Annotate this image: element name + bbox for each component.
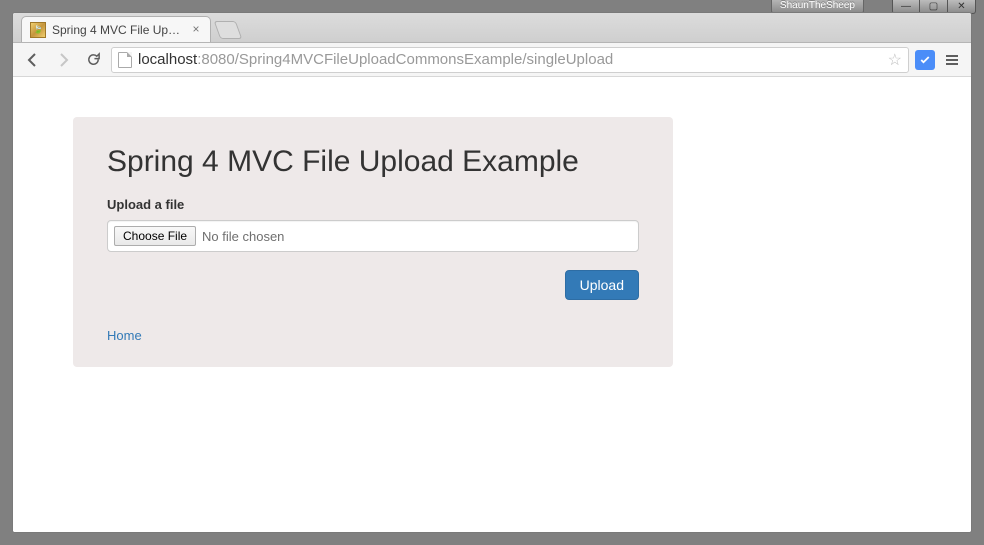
page-title: Spring 4 MVC File Upload Example [107, 145, 639, 179]
forward-button[interactable] [51, 48, 75, 72]
tab-close-button[interactable]: × [190, 23, 202, 35]
browser-menu-button[interactable] [941, 49, 963, 71]
tab-strip: 🍃 Spring 4 MVC File Upload × [13, 13, 971, 43]
browser-window: 🍃 Spring 4 MVC File Upload × localhost:8… [12, 12, 972, 533]
bookmark-star-icon[interactable]: ☆ [888, 50, 902, 70]
page-icon [118, 52, 132, 68]
favicon-icon: 🍃 [30, 22, 46, 38]
address-bar[interactable]: localhost:8080/Spring4MVCFileUploadCommo… [111, 47, 909, 73]
browser-tab[interactable]: 🍃 Spring 4 MVC File Upload × [21, 16, 211, 42]
file-status-text: No file chosen [202, 229, 284, 244]
reload-button[interactable] [81, 48, 105, 72]
upload-label: Upload a file [107, 197, 639, 212]
extension-button[interactable] [915, 50, 935, 70]
new-tab-button[interactable] [214, 21, 243, 39]
back-button[interactable] [21, 48, 45, 72]
check-icon [919, 54, 931, 66]
arrow-left-icon [25, 52, 41, 68]
url-text: localhost:8080/Spring4MVCFileUploadCommo… [138, 51, 882, 68]
upload-button[interactable]: Upload [565, 270, 639, 300]
hamburger-icon [944, 52, 960, 68]
url-path: :8080/Spring4MVCFileUploadCommonsExample… [197, 51, 613, 68]
file-input[interactable]: Choose File No file chosen [107, 220, 639, 252]
tab-title: Spring 4 MVC File Upload [52, 23, 182, 37]
arrow-right-icon [55, 52, 71, 68]
reload-icon [86, 52, 101, 67]
page-viewport: Spring 4 MVC File Upload Example Upload … [13, 77, 971, 532]
home-link[interactable]: Home [107, 300, 639, 343]
url-host: localhost [138, 51, 197, 68]
upload-panel: Spring 4 MVC File Upload Example Upload … [73, 117, 673, 367]
browser-toolbar: localhost:8080/Spring4MVCFileUploadCommo… [13, 43, 971, 77]
choose-file-button[interactable]: Choose File [114, 226, 196, 246]
